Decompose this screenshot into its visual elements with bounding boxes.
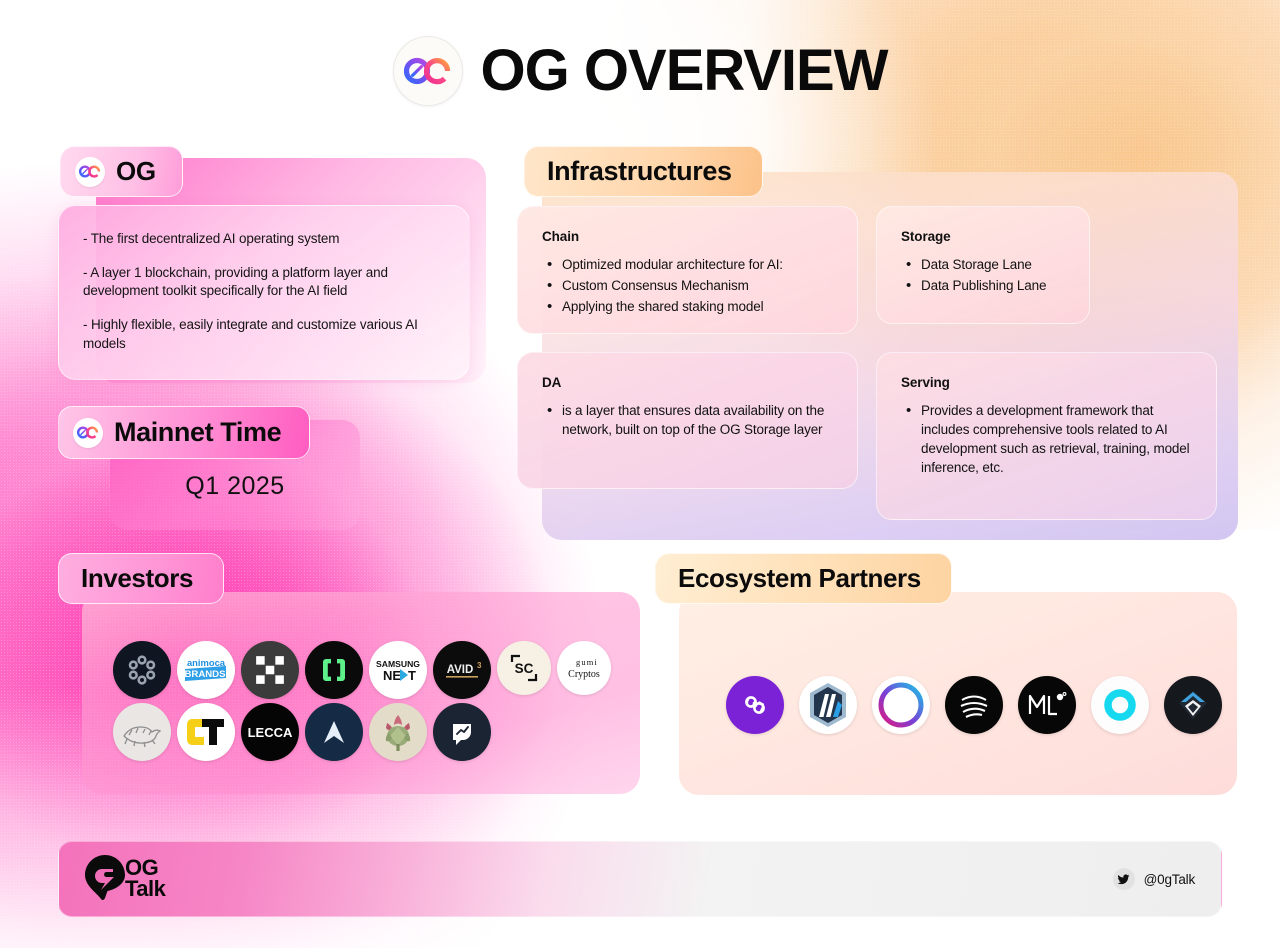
investors-section-title: Investors <box>81 563 194 593</box>
svg-text:BRANDS: BRANDS <box>184 669 226 680</box>
svg-text:gumi: gumi <box>576 658 598 667</box>
list-item: Custom Consensus Mechanism <box>542 275 835 296</box>
footer-bar: OG Talk @0gTalk <box>58 841 1222 917</box>
og-talk-wordmark: OG Talk <box>125 857 166 901</box>
ml-logo <box>1018 676 1076 734</box>
og-talk-brand: OG Talk <box>83 853 166 906</box>
og-description-card: - The first decentralized AI operating s… <box>58 205 470 380</box>
investors-logo-row-1: animoca BRANDS SAMSUNG NE T AVID 3 SC gu… <box>113 641 611 699</box>
hack-vc-logo <box>113 641 171 699</box>
infra-card-title: Serving <box>901 375 950 390</box>
list-item: Applying the shared staking model <box>542 296 835 317</box>
conflux-logo <box>872 676 930 734</box>
ecosystem-partners-section-title: Ecosystem Partners <box>678 563 921 593</box>
list-item: Data Storage Lane <box>901 254 1067 275</box>
og-talk-pin-icon <box>83 853 127 906</box>
ct-logo <box>177 703 235 761</box>
artichoke-capital-logo <box>369 703 427 761</box>
twitter-icon[interactable] <box>1112 868 1135 890</box>
og-bullet-1: - The first decentralized AI operating s… <box>83 231 340 246</box>
infra-card-list: Data Storage Lane Data Publishing Lane <box>901 254 1067 297</box>
svg-text:NE: NE <box>383 668 401 683</box>
infra-card-list: Optimized modular architecture for AI: C… <box>542 254 835 318</box>
infra-card-title: Chain <box>542 229 580 244</box>
svg-text:AVID: AVID <box>447 664 474 676</box>
infra-card-da: DA is a layer that ensures data availabi… <box>517 352 858 489</box>
infra-card-storage: Storage Data Storage Lane Data Publishin… <box>876 206 1090 324</box>
twitter-handle-group[interactable]: @0gTalk <box>1112 868 1196 890</box>
infra-card-serving: Serving Provides a development framework… <box>876 352 1217 520</box>
infra-card-title: DA <box>542 375 562 390</box>
infra-card-chain: Chain Optimized modular architecture for… <box>517 206 858 334</box>
svg-text:T: T <box>408 668 416 683</box>
globe-logo <box>945 676 1003 734</box>
animoca-brands-logo: animoca BRANDS <box>177 641 235 699</box>
og-section-header: OG <box>60 146 183 197</box>
infra-card-title: Storage <box>901 229 951 244</box>
page-title: OG OVERVIEW <box>480 38 889 103</box>
checkerboard-logo <box>241 641 299 699</box>
list-item: is a layer that ensures data availabilit… <box>542 400 835 439</box>
infra-card-list: Provides a development framework that in… <box>901 400 1194 478</box>
svg-text:animoca: animoca <box>187 657 226 668</box>
ecosystem-partners-section-header: Ecosystem Partners <box>655 553 952 604</box>
alligator-logo <box>113 703 171 761</box>
ocean-ring-logo <box>1091 676 1149 734</box>
avid3-logo: AVID 3 <box>433 641 491 699</box>
arbitrum-logo <box>799 676 857 734</box>
list-item: Data Publishing Lane <box>901 275 1067 296</box>
polygon-logo <box>726 676 784 734</box>
infographic-page: OG OVERVIEW OG - The first decentralized… <box>0 0 1280 948</box>
svg-text:3: 3 <box>477 661 482 670</box>
mainnet-section-title: Mainnet Time <box>114 417 282 447</box>
chart-fund-logo <box>433 703 491 761</box>
bankless-ventures-logo <box>305 641 363 699</box>
0g-logo-icon <box>75 156 105 187</box>
og-section-title: OG <box>116 156 156 186</box>
ecosystem-partners-logo-row <box>726 676 1222 734</box>
sc-logo: SC <box>497 641 551 695</box>
0g-logo-icon <box>73 417 103 448</box>
investors-section-header: Investors <box>58 553 225 604</box>
0g-logo-icon <box>392 36 463 106</box>
mainnet-time-value: Q1 2025 <box>185 472 285 500</box>
gumi-cryptos-logo: gumi Cryptos <box>557 641 611 695</box>
infra-card-list: is a layer that ensures data availabilit… <box>542 400 835 439</box>
og-bullet-3: - Highly flexible, easily integrate and … <box>83 316 418 351</box>
lecca-logo: LECCA <box>241 703 299 761</box>
infrastructures-section-title: Infrastructures <box>547 156 732 186</box>
samsung-next-logo: SAMSUNG NE T <box>369 641 427 699</box>
page-header: OG OVERVIEW <box>0 36 1280 106</box>
blue-diamond-logo <box>1164 676 1222 734</box>
list-item: Optimized modular architecture for AI: <box>542 254 835 275</box>
svg-text:LECCA: LECCA <box>248 725 293 740</box>
ascensive-assets-logo <box>305 703 363 761</box>
list-item: Provides a development framework that in… <box>901 400 1194 478</box>
mainnet-section-header: Mainnet Time <box>58 406 311 459</box>
svg-text:SC: SC <box>515 661 534 676</box>
investors-logo-row-2: LECCA <box>113 703 491 761</box>
twitter-handle-label: @0gTalk <box>1143 871 1196 887</box>
brand-line-2: Talk <box>125 876 166 901</box>
svg-text:Cryptos: Cryptos <box>568 669 600 680</box>
og-bullet-2: - A layer 1 blockchain, providing a plat… <box>83 264 388 299</box>
infrastructures-section-header: Infrastructures <box>524 146 763 197</box>
